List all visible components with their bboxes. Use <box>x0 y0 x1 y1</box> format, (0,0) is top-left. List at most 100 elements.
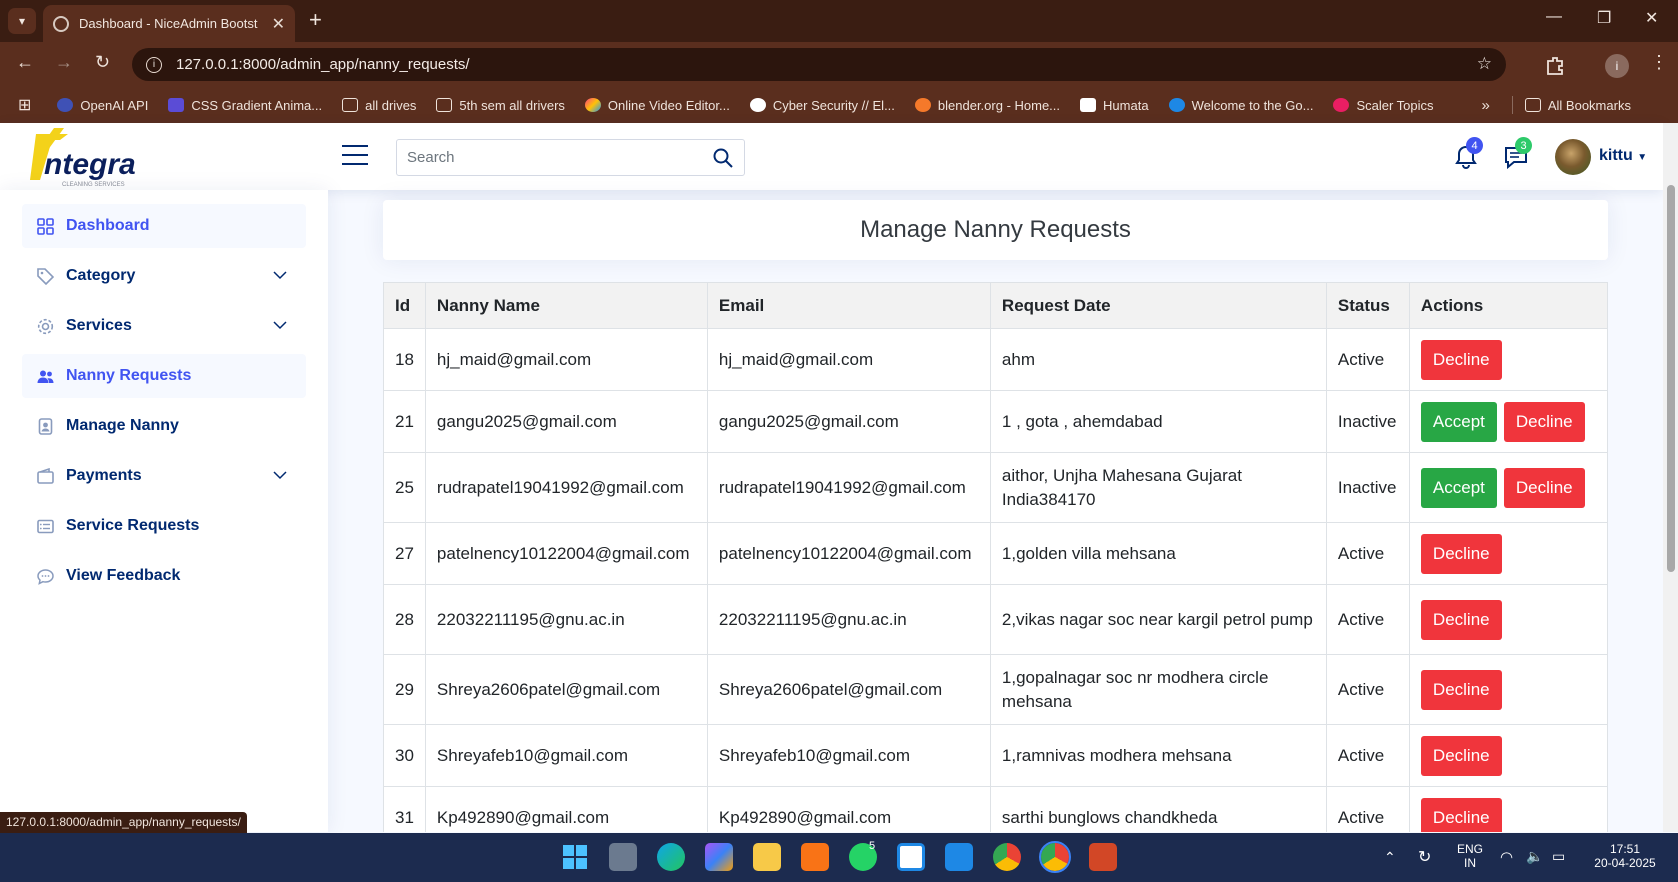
copilot-icon[interactable] <box>705 843 733 871</box>
bookmark-item[interactable]: OpenAI API <box>57 98 148 113</box>
address-bar[interactable]: i 127.0.0.1:8000/admin_app/nanny_request… <box>132 48 1506 81</box>
apps-grid-icon[interactable]: ⊞ <box>18 95 31 115</box>
powerpoint-icon[interactable] <box>1089 843 1117 871</box>
openai-icon <box>57 98 74 112</box>
decline-button[interactable]: Decline <box>1420 599 1502 640</box>
reload-icon[interactable]: ↻ <box>95 52 110 73</box>
bookmark-item[interactable]: Scaler Topics <box>1333 98 1434 113</box>
bookmark-item[interactable]: 5th sem all drivers <box>436 98 565 113</box>
cell-actions: Decline <box>1408 522 1608 585</box>
decline-button[interactable]: Decline <box>1420 797 1502 832</box>
sidebar-item-services[interactable]: Services <box>22 304 306 348</box>
column-header: Email <box>706 282 991 329</box>
sidebar-item-label: Manage Nanny <box>66 417 179 434</box>
bookmarks-bar: ⊞ OpenAI API CSS Gradient Anima... all d… <box>0 87 1678 123</box>
vscode-icon[interactable] <box>945 843 973 871</box>
whatsapp-badge: 5 <box>869 840 876 852</box>
wifi-icon[interactable]: ◠ <box>1500 848 1513 866</box>
decline-button[interactable]: Decline <box>1503 467 1585 508</box>
messages-badge: 3 <box>1515 137 1532 154</box>
decline-button[interactable]: Decline <box>1420 735 1502 776</box>
windows-start-icon[interactable] <box>561 843 589 871</box>
cell-request-date: aithor, Unjha Mahesana Gujarat India3841… <box>989 452 1327 523</box>
language-indicator[interactable]: ENG IN <box>1456 842 1484 870</box>
xampp-icon[interactable] <box>801 843 829 871</box>
minimize-icon[interactable]: — <box>1546 8 1562 26</box>
terminal-icon[interactable] <box>897 843 925 871</box>
browser-tab[interactable]: Dashboard - NiceAdmin Bootst ✕ <box>43 5 295 42</box>
user-menu[interactable]: kittu ▼ <box>1599 147 1647 165</box>
forward-icon[interactable]: → <box>55 52 73 73</box>
cell-request-date: sarthi bunglows chandkheda <box>989 786 1327 832</box>
chrome-active-icon[interactable] <box>1039 841 1071 873</box>
divider <box>1511 96 1513 114</box>
sidebar-item-nanny-requests[interactable]: Nanny Requests <box>22 354 306 398</box>
scrollbar-thumb[interactable] <box>1667 185 1675 572</box>
card-list-icon <box>37 519 54 533</box>
avatar[interactable] <box>1555 139 1591 175</box>
sidebar-item-payments[interactable]: Payments <box>22 454 306 498</box>
sidebar-item-dashboard[interactable]: Dashboard <box>22 204 306 248</box>
cell-actions: Decline <box>1408 786 1608 832</box>
bookmark-item[interactable]: Humata <box>1080 98 1149 113</box>
menu-toggle-icon[interactable] <box>342 145 368 167</box>
bookmark-item[interactable]: CSS Gradient Anima... <box>168 98 322 113</box>
cell-status: Active <box>1325 724 1410 787</box>
decline-button[interactable]: Decline <box>1503 401 1585 442</box>
scaler-icon <box>1333 98 1350 112</box>
chrome-icon[interactable] <box>993 843 1021 871</box>
sidebar-item-category[interactable]: Category <box>22 254 306 298</box>
logo[interactable]: ntegra CLEANING SERVICES <box>22 128 172 190</box>
site-info-icon[interactable]: i <box>146 56 162 73</box>
extensions-icon[interactable] <box>1544 54 1566 76</box>
task-view-icon[interactable] <box>609 843 637 871</box>
close-tab-icon[interactable]: ✕ <box>272 14 285 34</box>
cell-status: Active <box>1325 786 1410 832</box>
decline-button[interactable]: Decline <box>1420 339 1502 380</box>
battery-icon[interactable]: ▭ <box>1552 848 1565 865</box>
file-explorer-icon[interactable] <box>753 843 781 871</box>
profile-icon[interactable]: i <box>1605 54 1629 78</box>
show-hidden-icons[interactable]: ⌃ <box>1384 849 1396 866</box>
sync-icon[interactable]: ↻ <box>1418 847 1431 867</box>
decline-button[interactable]: Decline <box>1420 669 1502 710</box>
all-bookmarks-button[interactable]: All Bookmarks <box>1524 98 1631 113</box>
bookmark-item[interactable]: Welcome to the Go... <box>1168 98 1313 113</box>
sidebar-item-service-requests[interactable]: Service Requests <box>22 504 306 548</box>
search-icon[interactable] <box>712 147 734 169</box>
close-window-icon[interactable]: ✕ <box>1645 8 1658 28</box>
cell-request-date: 1,gopalnagar soc nr modhera circle mehsa… <box>989 654 1327 725</box>
wallet-icon <box>37 467 54 484</box>
more-bookmarks-icon[interactable]: » <box>1482 97 1490 114</box>
bookmark-item[interactable]: blender.org - Home... <box>914 98 1060 113</box>
decline-button[interactable]: Decline <box>1420 533 1502 574</box>
sidebar-item-label: Payments <box>66 467 142 484</box>
bookmark-item[interactable]: Online Video Editor... <box>584 98 730 113</box>
logo-text: ntegra <box>44 148 136 181</box>
new-tab-button[interactable]: + <box>309 7 322 33</box>
cell-actions: Decline <box>1408 328 1608 391</box>
bookmark-star-icon[interactable]: ☆ <box>1477 54 1492 74</box>
bookmark-label: all drives <box>365 97 417 113</box>
bookmark-item[interactable]: Cyber Security // El... <box>749 98 895 113</box>
accept-button[interactable]: Accept <box>1420 401 1497 442</box>
chevron-down-icon <box>273 471 287 480</box>
sidebar-item-view-feedback[interactable]: View Feedback <box>22 554 306 598</box>
cell-request-date: 2,vikas nagar soc near kargil petrol pum… <box>989 584 1327 655</box>
gear-icon <box>37 318 54 334</box>
accept-button[interactable]: Accept <box>1420 467 1497 508</box>
edge-icon[interactable] <box>657 843 685 871</box>
browser-menu-icon[interactable]: ⋮ <box>1650 52 1668 73</box>
sidebar-item-manage-nanny[interactable]: Manage Nanny <box>22 404 306 448</box>
bookmark-item[interactable]: all drives <box>342 98 416 113</box>
tab-search-button[interactable]: ▾ <box>8 8 36 34</box>
back-icon[interactable]: ← <box>16 52 34 73</box>
volume-icon[interactable]: 🔈 <box>1526 848 1543 865</box>
folder-icon <box>436 98 453 112</box>
maximize-icon[interactable]: ❐ <box>1597 8 1611 28</box>
chevron-down-icon <box>273 321 287 330</box>
clock[interactable]: 17:51 20-04-2025 <box>1586 842 1664 870</box>
search-input[interactable]: Search <box>396 139 745 176</box>
cell-request-date: 1,golden villa mehsana <box>989 522 1327 585</box>
blender-icon <box>914 98 931 112</box>
